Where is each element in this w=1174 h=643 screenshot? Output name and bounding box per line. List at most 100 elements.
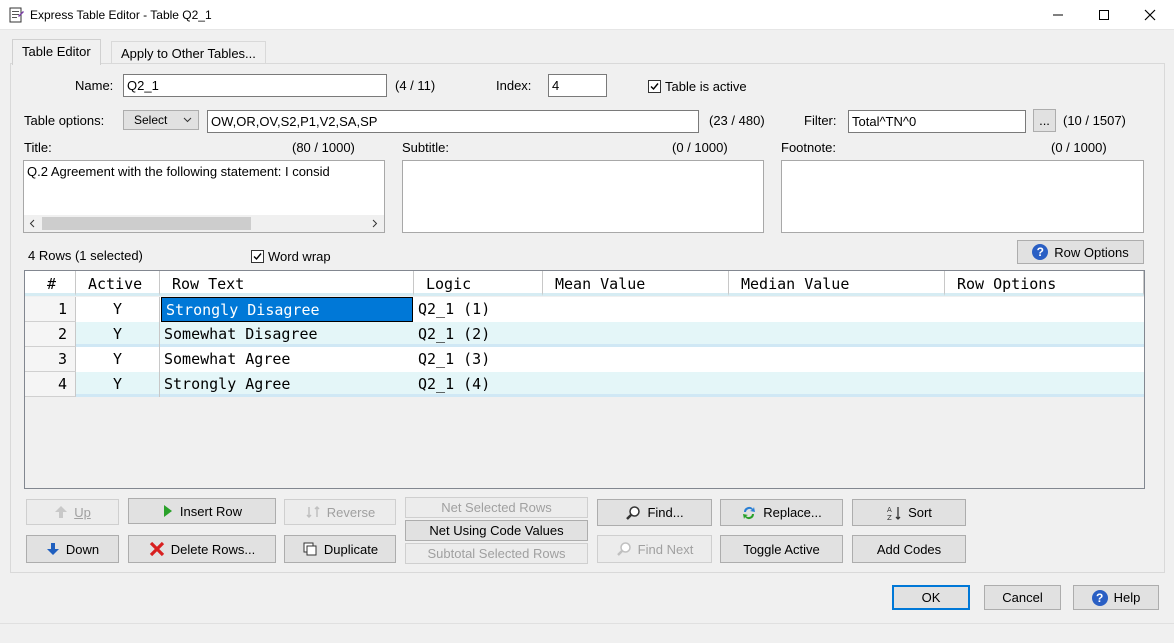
insert-row-label: Insert Row [179,503,243,519]
table-row[interactable]: 3 Y Somewhat Agree Q2_1 (3) [25,347,1144,372]
add-codes-button[interactable]: Add Codes [852,535,966,563]
sort-icon: AZ [887,506,901,521]
up-button[interactable]: Up [26,499,119,525]
subtitle-count: (0 / 1000) [672,140,728,155]
rows-grid[interactable]: # Active Row Text Logic Mean Value Media… [24,270,1145,489]
filter-browse-button[interactable]: ... [1033,109,1056,132]
name-input[interactable]: Q2_1 [123,74,387,97]
table-options-select[interactable]: Select [123,110,199,130]
close-icon [1144,9,1156,21]
row-logic-cell[interactable]: Q2_1 (3) [414,347,543,372]
col-header-logic[interactable]: Logic [414,271,543,296]
filter-input[interactable]: Total^TN^0 [848,110,1026,133]
table-row[interactable]: 2 Y Somewhat Disagree Q2_1 (2) [25,322,1144,347]
checkmark-icon [253,253,262,261]
row-mean-cell[interactable] [543,347,729,372]
col-header-active[interactable]: Active [76,271,160,296]
row-median-cell[interactable] [729,322,945,347]
filter-label: Filter: [804,113,837,128]
table-active-checkbox[interactable] [648,80,661,93]
row-mean-cell[interactable] [543,322,729,347]
row-median-cell[interactable] [729,372,945,397]
toggle-active-button[interactable]: Toggle Active [720,535,843,563]
row-number: 2 [25,322,76,347]
row-number: 3 [25,347,76,372]
row-active[interactable]: Y [76,322,160,347]
magnifier-icon [626,505,641,520]
row-options-cell[interactable] [945,322,1144,347]
row-text-cell[interactable]: Somewhat Agree [160,347,414,372]
row-logic-cell[interactable]: Q2_1 (2) [414,322,543,347]
name-count: (4 / 11) [395,78,436,93]
word-wrap-label: Word wrap [268,249,331,264]
scrollbar-thumb[interactable] [42,217,251,230]
title-hscrollbar[interactable] [24,215,384,232]
col-header-row-text[interactable]: Row Text [160,271,414,296]
find-button[interactable]: Find... [597,499,712,526]
minimize-button[interactable] [1035,0,1081,30]
col-header-mean-value[interactable]: Mean Value [543,271,729,296]
help-button[interactable]: ? Help [1073,585,1159,610]
row-mean-cell[interactable] [543,297,729,322]
title-label: Title: [24,140,52,155]
row-logic-cell[interactable]: Q2_1 (1) [414,297,543,322]
row-active[interactable]: Y [76,372,160,397]
duplicate-icon [303,542,317,556]
delete-rows-label: Delete Rows... [170,541,256,557]
sort-button[interactable]: AZ Sort [852,499,966,526]
net-using-code-values-button[interactable]: Net Using Code Values [405,520,588,541]
row-text-cell[interactable]: Strongly Disagree [161,297,413,322]
row-text-cell[interactable]: Somewhat Disagree [160,322,414,347]
col-header-num[interactable]: # [25,271,76,296]
footnote-textarea[interactable] [781,160,1144,233]
find-next-label: Find Next [637,541,694,557]
col-header-row-options[interactable]: Row Options [945,271,1144,296]
row-options-cell[interactable] [945,297,1144,322]
insert-row-button[interactable]: Insert Row [128,498,276,524]
status-divider [0,623,1174,624]
reverse-icon [306,505,320,519]
row-active[interactable]: Y [76,347,160,372]
tab-apply-other-tables[interactable]: Apply to Other Tables... [111,41,266,63]
reverse-button[interactable]: Reverse [284,499,396,525]
row-median-cell[interactable] [729,347,945,372]
arrow-up-icon [55,506,68,518]
replace-button[interactable]: Replace... [720,499,843,526]
row-median-cell[interactable] [729,297,945,322]
down-button[interactable]: Down [26,535,119,563]
delete-rows-button[interactable]: Delete Rows... [128,535,276,563]
row-options-cell[interactable] [945,372,1144,397]
net-selected-rows-button[interactable]: Net Selected Rows [405,497,588,518]
row-logic-cell[interactable]: Q2_1 (4) [414,372,543,397]
table-options-input[interactable]: OW,OR,OV,S2,P1,V2,SA,SP [207,110,699,133]
find-next-button[interactable]: Find Next [597,535,712,563]
title-textarea[interactable]: Q.2 Agreement with the following stateme… [23,160,385,233]
index-input[interactable]: 4 [548,74,607,97]
subtotal-selected-rows-button[interactable]: Subtotal Selected Rows [405,543,588,564]
row-text-cell[interactable]: Strongly Agree [160,372,414,397]
subtitle-textarea[interactable] [402,160,764,233]
maximize-button[interactable] [1081,0,1127,30]
table-row[interactable]: 1 Y Strongly Disagree Q2_1 (1) [25,297,1144,322]
row-options-cell[interactable] [945,347,1144,372]
tab-table-editor[interactable]: Table Editor [12,39,101,65]
col-header-median-value[interactable]: Median Value [729,271,945,296]
chevron-right-icon [372,219,378,228]
down-label: Down [65,541,100,557]
window-title: Express Table Editor - Table Q2_1 [30,8,212,22]
word-wrap-checkbox[interactable] [251,250,264,263]
row-mean-cell[interactable] [543,372,729,397]
table-row[interactable]: 4 Y Strongly Agree Q2_1 (4) [25,372,1144,397]
ok-button[interactable]: OK [892,585,970,610]
close-button[interactable] [1127,0,1173,30]
title-bar: Express Table Editor - Table Q2_1 [0,0,1174,30]
cancel-button[interactable]: Cancel [984,585,1061,610]
table-options-label: Table options: [24,113,105,128]
duplicate-button[interactable]: Duplicate [284,535,396,563]
footnote-count: (0 / 1000) [1051,140,1107,155]
row-options-button[interactable]: ? Row Options [1017,240,1144,264]
svg-text:Z: Z [887,514,892,521]
row-active[interactable]: Y [76,297,160,322]
up-label: Up [74,504,91,520]
chevron-left-icon [29,219,35,228]
